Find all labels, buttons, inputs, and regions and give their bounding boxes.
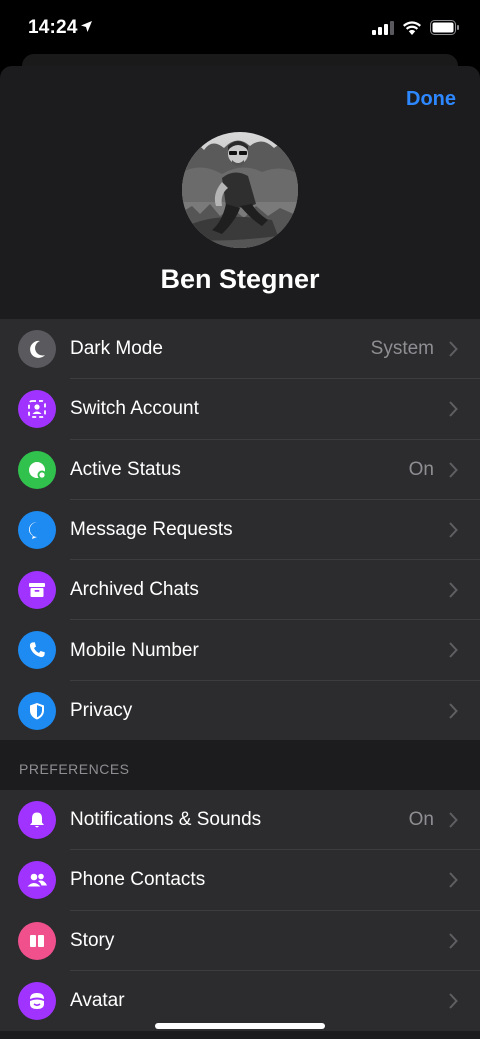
active-status-icon [18,450,56,489]
phone-contacts-row[interactable]: Phone Contacts [0,850,480,911]
row-label: Dark Mode [70,338,163,360]
row-label: Switch Account [70,398,199,420]
notifications-sounds-row[interactable]: Notifications & Sounds On [0,790,480,851]
preferences-group: Notifications & Sounds On Phone Contacts [0,790,480,1032]
row-label: Privacy [70,699,133,721]
preferences-section-header: PREFERENCES [0,740,480,790]
settings-sheet: Done Ben Stegner Dark Mode System Switch… [0,66,480,1039]
privacy-row[interactable]: Privacy [0,681,480,741]
message-requests-row[interactable]: Message Requests [0,500,480,561]
phone-icon [18,631,56,670]
switch-account-row[interactable]: Switch Account [0,379,480,440]
archive-box-icon [18,571,56,610]
switch-account-icon [18,390,56,429]
chevron-right-icon [448,932,458,954]
row-label: Notifications & Sounds [70,809,262,831]
row-value: On [408,458,434,480]
mobile-number-row[interactable]: Mobile Number [0,620,480,681]
section-header-label: PREFERENCES [19,761,130,777]
archived-chats-row[interactable]: Archived Chats [0,560,480,621]
chevron-right-icon [448,642,458,663]
story-row[interactable]: Story [0,911,480,971]
row-label: Phone Contacts [70,869,206,891]
profile-name: Ben Stegner [160,264,320,294]
dark-mode-row[interactable]: Dark Mode System [0,319,480,380]
account-settings-group: Dark Mode System Switch Account Active S… [0,319,480,742]
chevron-right-icon [448,872,458,893]
active-status-row[interactable]: Active Status On [0,440,480,500]
chevron-right-icon [448,993,458,1014]
home-indicator[interactable] [155,1023,325,1029]
chevron-right-icon [448,812,458,833]
bell-icon [18,801,56,839]
cellular-signal-icon [372,20,394,40]
location-arrow-icon [80,20,93,38]
row-label: Message Requests [70,519,233,541]
row-label: Avatar [70,990,125,1012]
shield-icon [18,691,56,730]
chevron-right-icon [448,582,458,603]
contacts-icon [18,861,56,900]
avatar[interactable] [182,132,298,248]
avatar-face-icon [18,981,56,1020]
chevron-right-icon [448,401,458,422]
moon-icon [18,330,56,368]
chevron-right-icon [448,703,458,724]
row-value: System [370,338,434,360]
story-icon [18,921,56,960]
status-indicators [372,20,460,40]
status-bar: 14:24 [0,0,480,56]
status-time: 14:24 [28,17,78,38]
battery-icon [430,20,460,40]
chat-bubble-icon [18,510,56,549]
wifi-icon [402,20,422,40]
row-label: Active Status [70,458,181,480]
chevron-right-icon [448,522,458,543]
chevron-right-icon [448,341,458,362]
chevron-right-icon [448,461,458,483]
row-value: On [408,809,434,831]
done-button[interactable]: Done [406,88,456,111]
row-label: Archived Chats [70,579,199,601]
row-label: Story [70,929,115,951]
row-label: Mobile Number [70,639,199,661]
